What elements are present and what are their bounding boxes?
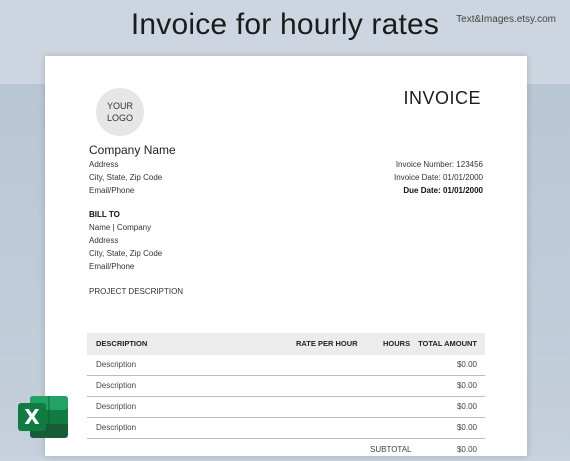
- header-hours: HOURS: [383, 339, 411, 348]
- bill-to-address: Address: [89, 236, 119, 245]
- sender-details: Address City, State, Zip Code Email/Phon…: [89, 158, 162, 197]
- subtotal-row: SUBTOTAL $0.00: [87, 439, 485, 459]
- bill-to-name: Name | Company: [89, 223, 152, 232]
- sender-city: City, State, Zip Code: [89, 173, 163, 182]
- logo-line-2: LOGO: [106, 113, 133, 123]
- invoice-date: Invoice Date: 01/01/2000: [394, 173, 483, 182]
- bill-to-label: BILL TO: [89, 210, 120, 219]
- bill-to-city: City, State, Zip Code: [89, 249, 163, 258]
- row-description: Description: [96, 381, 137, 390]
- row-description: Description: [96, 423, 137, 432]
- invoice-number: Invoice Number: 123456: [395, 160, 483, 169]
- header-description: DESCRIPTION: [96, 339, 148, 348]
- row-total: $0.00: [456, 402, 477, 411]
- subtotal-value: $0.00: [456, 445, 477, 454]
- subtotal-label: SUBTOTAL: [370, 445, 412, 454]
- due-date: Due Date: 01/01/2000: [403, 186, 483, 195]
- table-row: Description $0.00: [87, 397, 485, 418]
- row-total: $0.00: [456, 423, 477, 432]
- shop-credit: Text&Images.etsy.com: [456, 14, 556, 25]
- invoice-meta: Invoice Number: 123456 Invoice Date: 01/…: [394, 158, 483, 197]
- table-header: DESCRIPTION RATE PER HOUR HOURS TOTAL AM…: [87, 333, 485, 355]
- row-description: Description: [96, 360, 137, 369]
- invoice-title: INVOICE: [403, 88, 481, 108]
- excel-icon: X: [18, 396, 68, 438]
- invoice-sheet: YOUR LOGO INVOICE Company Name Address C…: [45, 56, 527, 456]
- svg-text:X: X: [24, 405, 40, 429]
- table-row: Description $0.00: [87, 376, 485, 397]
- row-total: $0.00: [456, 360, 477, 369]
- project-description: PROJECT DESCRIPTION: [89, 287, 184, 296]
- row-total: $0.00: [456, 381, 477, 390]
- row-description: Description: [96, 402, 137, 411]
- table-row: Description $0.00: [87, 355, 485, 376]
- line-items-table: DESCRIPTION RATE PER HOUR HOURS TOTAL AM…: [87, 333, 485, 459]
- logo-placeholder: YOUR LOGO: [96, 88, 144, 136]
- company-name: Company Name: [89, 143, 176, 157]
- logo-line-1: YOUR: [106, 101, 133, 111]
- sender-contact: Email/Phone: [89, 186, 135, 195]
- sender-address: Address: [89, 160, 119, 169]
- header-rate: RATE PER HOUR: [296, 339, 358, 348]
- header-total: TOTAL AMOUNT: [418, 339, 477, 348]
- bill-to-details: Name | Company Address City, State, Zip …: [89, 221, 162, 273]
- bill-to-contact: Email/Phone: [89, 262, 135, 271]
- table-row: Description $0.00: [87, 418, 485, 439]
